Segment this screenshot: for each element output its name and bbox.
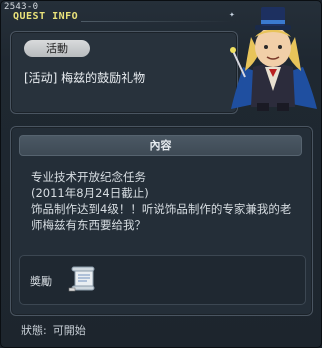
quest-summary-panel: 活動 [活动] 梅兹的鼓励礼物 [10,31,238,114]
description-line: 饰品制作达到4级！！听说饰品制作的专家兼我的老 [31,202,292,216]
description-line: 专业技术开放纪念任务 [31,170,146,184]
content-header: 內容 [19,135,302,156]
status-label: 狀態: [21,324,47,337]
quest-info-window: 2543-0 QUEST INFO ✦ ✦ 活動 [活动] 梅兹的鼓励礼物 [0,0,322,348]
quest-content-panel: 內容 专业技术开放纪念任务 (2011年8月24日截止) 饰品制作达到4级！！听… [10,126,313,316]
npc-portrait [230,7,317,111]
title-divider [81,21,231,22]
description-line: 师梅兹有东西要给我？ [31,218,146,232]
category-tag: 活動 [24,40,90,57]
reward-box: 奬勵 [19,255,306,305]
status-line: 狀態: 可開始 [21,322,92,338]
quest-name: [活动] 梅兹的鼓励礼物 [24,71,146,85]
scroll-icon[interactable] [68,264,98,294]
quest-description: 专业技术开放纪念任务 (2011年8月24日截止) 饰品制作达到4级！！听说饰品… [31,169,301,233]
status-value: 可開始 [52,324,86,337]
reward-label: 奬勵 [30,275,52,288]
window-title: QUEST INFO [13,11,79,22]
description-line: (2011年8月24日截止) [31,186,149,200]
